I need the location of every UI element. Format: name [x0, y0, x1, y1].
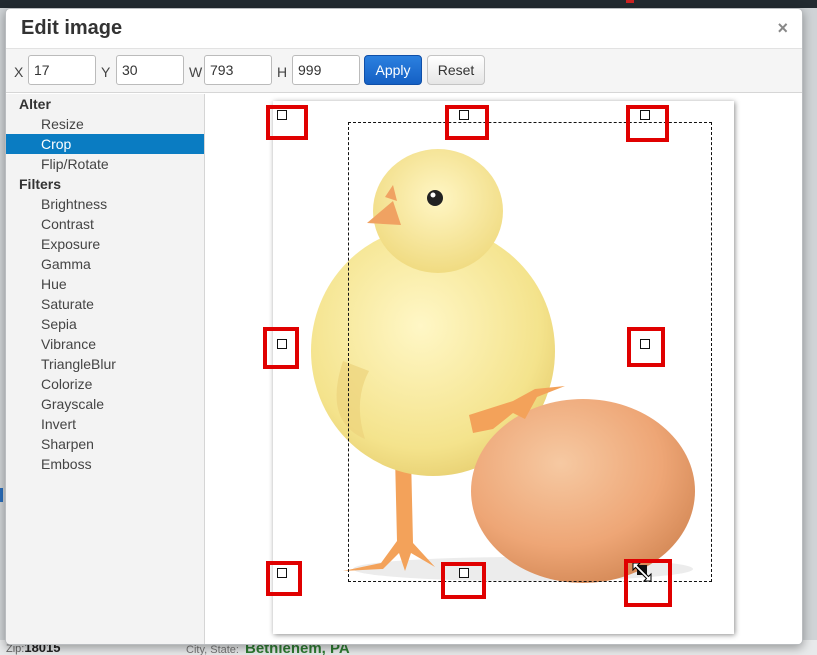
- h-input[interactable]: [292, 55, 360, 85]
- highlight-handle-top-left: [266, 105, 308, 140]
- sidebar-item-grayscale[interactable]: Grayscale: [6, 394, 204, 414]
- x-label: X: [14, 64, 24, 80]
- crop-toolbar: X Y W H Apply Reset: [6, 49, 802, 93]
- w-label: W: [189, 64, 203, 80]
- sidebar-item-sharpen[interactable]: Sharpen: [6, 434, 204, 454]
- apply-button[interactable]: Apply: [364, 55, 422, 85]
- dialog-title: Edit image: [21, 17, 123, 39]
- sidebar-item-colorize[interactable]: Colorize: [6, 374, 204, 394]
- sidebar-item-emboss[interactable]: Emboss: [6, 454, 204, 474]
- sidebar-item-crop[interactable]: Crop: [6, 134, 204, 154]
- sidebar-item-brightness[interactable]: Brightness: [6, 194, 204, 214]
- sidebar-item-flip-rotate[interactable]: Flip/Rotate: [6, 154, 204, 174]
- sidebar-item-resize[interactable]: Resize: [6, 114, 204, 134]
- highlight-handle-top-right: [626, 105, 669, 142]
- sidebar-item-saturate[interactable]: Saturate: [6, 294, 204, 314]
- highlight-handle-bottom: [441, 562, 486, 599]
- notification-dot: [626, 0, 634, 3]
- highlight-handle-bottom-left: [266, 561, 302, 596]
- x-input[interactable]: [28, 55, 96, 85]
- sidebar-group-alter: Alter: [19, 96, 51, 112]
- sidebar-item-sepia[interactable]: Sepia: [6, 314, 204, 334]
- highlight-handle-bottom-right: [624, 559, 672, 607]
- sidebar-item-invert[interactable]: Invert: [6, 414, 204, 434]
- sidebar-item-vibrance[interactable]: Vibrance: [6, 334, 204, 354]
- highlight-handle-right: [627, 327, 665, 367]
- background-top-bar: [0, 0, 817, 8]
- sidebar-item-triangleblur[interactable]: TriangleBlur: [6, 354, 204, 374]
- sidebar-item-exposure[interactable]: Exposure: [6, 234, 204, 254]
- y-label: Y: [101, 64, 111, 80]
- background-link-marker: [0, 488, 3, 502]
- w-input[interactable]: [204, 55, 272, 85]
- y-input[interactable]: [116, 55, 184, 85]
- tools-sidebar: Alter Resize Crop Flip/Rotate Filters Br…: [6, 94, 205, 644]
- close-icon[interactable]: ×: [777, 19, 788, 37]
- highlight-handle-left: [263, 327, 299, 369]
- sidebar-group-filters: Filters: [19, 176, 62, 192]
- highlight-handle-top: [445, 105, 489, 140]
- sidebar-item-contrast[interactable]: Contrast: [6, 214, 204, 234]
- image-preview[interactable]: [273, 101, 734, 634]
- sidebar-item-hue[interactable]: Hue: [6, 274, 204, 294]
- edit-image-dialog: Edit image × X Y W H Apply Reset Alter R…: [5, 8, 803, 645]
- dialog-header: Edit image ×: [6, 9, 802, 49]
- image-canvas-area: [205, 94, 802, 644]
- h-label: H: [277, 64, 288, 80]
- sidebar-item-gamma[interactable]: Gamma: [6, 254, 204, 274]
- reset-button[interactable]: Reset: [427, 55, 485, 85]
